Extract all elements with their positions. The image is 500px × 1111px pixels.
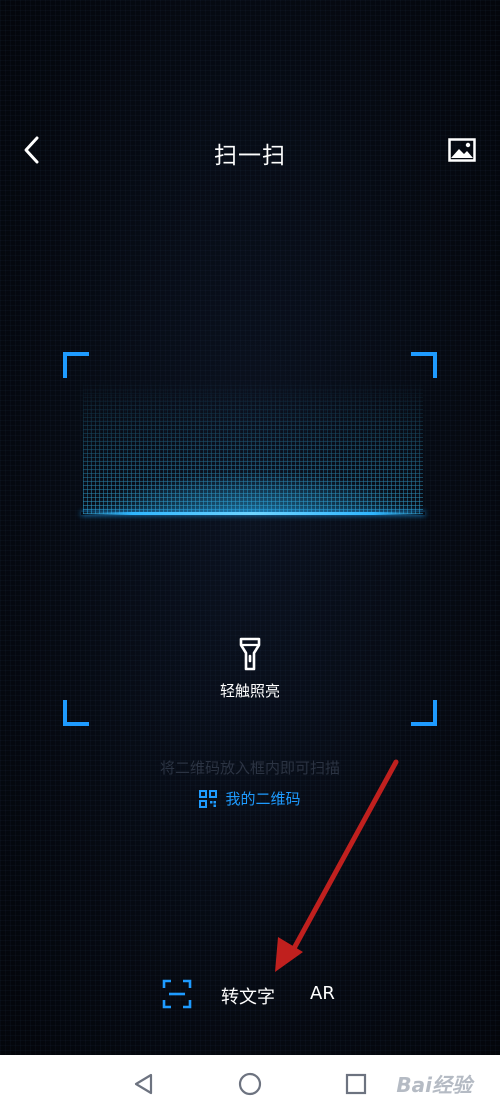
top-bar: 扫一扫 [0,118,500,182]
qr-code-icon [199,789,218,808]
nav-back-button[interactable] [131,1071,157,1097]
mode-ar[interactable]: AR [310,983,335,1004]
system-nav-bar: Bai经验 [0,1055,500,1111]
mode-switcher: 转文字 AR [0,975,500,1019]
frame-corner-top-left [63,352,89,378]
frame-corner-bottom-left [63,700,89,726]
page-title: 扫一扫 [214,143,286,169]
torch-label: 轻触照亮 [219,682,280,700]
gallery-button[interactable] [444,132,480,168]
scan-hint: 将二维码放入框内即可扫描 [159,759,340,777]
scan-line [81,512,425,515]
triangle-back-icon [134,1073,153,1095]
circle-home-icon [238,1072,262,1096]
watermark: Bai经验 [396,1073,472,1097]
nav-home-button[interactable] [237,1071,263,1097]
scan-glow [83,472,423,514]
square-recent-icon [345,1073,367,1095]
my-qr-code-link[interactable]: 我的二维码 [0,788,500,809]
scanner-screen: 扫一扫 轻触照亮 将二维码放入框内即可扫描 我的二维码 转文字 AR Bai经验 [0,0,500,1111]
frame-corner-bottom-right [411,700,437,726]
frame-corner-top-right [411,352,437,378]
my-qr-code-label: 我的二维码 [225,790,301,808]
nav-recent-button[interactable] [343,1071,369,1097]
mode-text-recognition[interactable]: 转文字 [221,983,275,1009]
flashlight-icon [239,637,261,671]
torch-button[interactable]: 轻触照亮 [0,636,500,701]
image-icon [448,138,476,162]
scan-icon [162,979,192,1009]
mode-scan[interactable] [162,979,192,1009]
